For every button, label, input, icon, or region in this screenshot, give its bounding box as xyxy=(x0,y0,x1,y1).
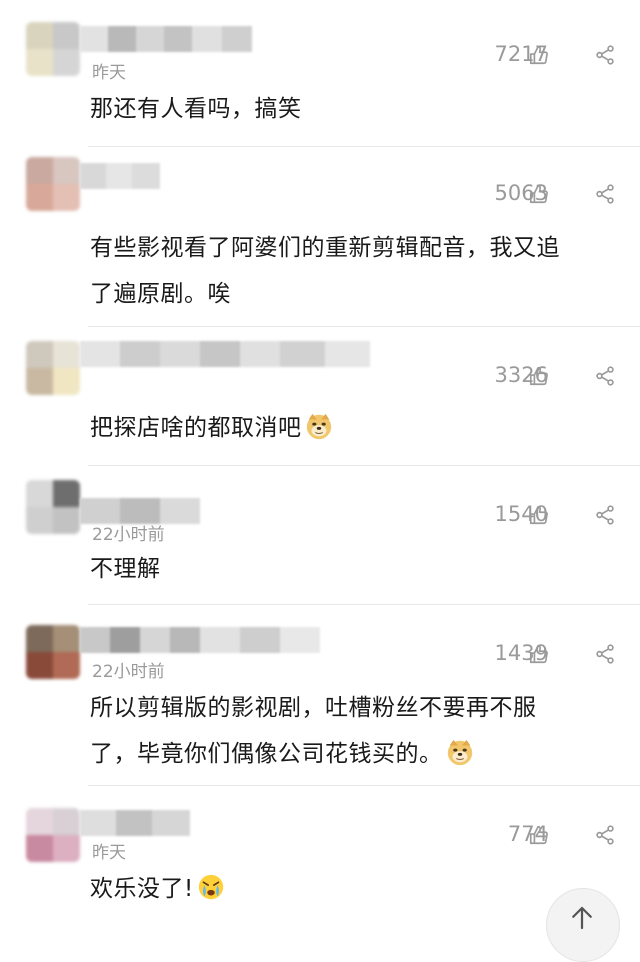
avatar[interactable] xyxy=(26,157,80,211)
comment-text: 欢乐没了! xyxy=(90,866,610,912)
comment-item: 3326 把探店啥的都取消吧 xyxy=(0,327,640,465)
comment-line: 了，毕竟你们偶像公司花钱买的。 xyxy=(90,731,610,777)
thumbs-up-icon[interactable] xyxy=(528,183,550,205)
comment-text: 不理解 xyxy=(90,546,610,592)
share-icon[interactable] xyxy=(594,365,616,387)
username-blurred[interactable] xyxy=(80,26,270,52)
comment-item: 5063 有些影视看了阿婆们的重新剪辑配音，我又追 了遍原剧。唉 xyxy=(0,147,640,327)
comment-text: 那还有人看吗，搞笑 xyxy=(90,86,610,132)
share-icon[interactable] xyxy=(594,44,616,66)
comment-time: 昨天 xyxy=(92,843,126,863)
crying-emoji-icon xyxy=(198,874,223,900)
comment-line-text: 了，毕竟你们偶像公司花钱买的。 xyxy=(90,741,443,767)
avatar[interactable] xyxy=(26,341,80,395)
comment-time: 昨天 xyxy=(92,63,126,83)
thumbs-up-icon[interactable] xyxy=(528,504,550,526)
comment-item: 22小时前 1540 不理解 xyxy=(0,466,640,604)
thumbs-up-icon[interactable] xyxy=(528,643,550,665)
username-blurred[interactable] xyxy=(80,163,160,189)
comment-text: 把探店啥的都取消吧 xyxy=(90,405,610,451)
comment-line-text: 欢乐没了! xyxy=(90,876,194,902)
arrow-up-icon xyxy=(572,906,592,930)
scroll-to-top-button[interactable] xyxy=(546,888,620,962)
comment-line-text: 把探店啥的都取消吧 xyxy=(90,415,302,441)
comment-line: 那还有人看吗，搞笑 xyxy=(90,96,302,122)
doge-emoji-icon xyxy=(306,413,331,440)
thumbs-up-icon[interactable] xyxy=(528,365,550,387)
doge-emoji-icon xyxy=(447,739,472,766)
comment-text: 有些影视看了阿婆们的重新剪辑配音，我又追 了遍原剧。唉 xyxy=(90,225,610,317)
avatar[interactable] xyxy=(26,625,80,679)
username-blurred[interactable] xyxy=(80,627,320,653)
share-icon[interactable] xyxy=(594,643,616,665)
comment-line: 不理解 xyxy=(90,556,161,582)
username-blurred[interactable] xyxy=(80,810,190,836)
comment-line: 把探店啥的都取消吧 xyxy=(90,405,610,451)
avatar[interactable] xyxy=(26,808,80,862)
thumbs-up-icon[interactable] xyxy=(528,824,550,846)
share-icon[interactable] xyxy=(594,824,616,846)
thumbs-up-icon[interactable] xyxy=(528,44,550,66)
comment-item: 22小时前 1439 所以剪辑版的影视剧，吐槽粉丝不要再不服 了，毕竟你们偶像公… xyxy=(0,605,640,785)
comment-time: 22小时前 xyxy=(92,662,165,682)
comment-text: 所以剪辑版的影视剧，吐槽粉丝不要再不服 了，毕竟你们偶像公司花钱买的。 xyxy=(90,685,610,777)
comment-line: 所以剪辑版的影视剧，吐槽粉丝不要再不服 xyxy=(90,695,537,721)
avatar[interactable] xyxy=(26,480,80,534)
comment-item: 昨天 774 欢乐没了! xyxy=(0,786,640,962)
comment-line: 了遍原剧。唉 xyxy=(90,281,231,307)
comment-time: 22小时前 xyxy=(92,525,165,545)
comment-line: 欢乐没了! xyxy=(90,866,610,912)
comment-line: 有些影视看了阿婆们的重新剪辑配音，我又追 xyxy=(90,235,560,261)
share-icon[interactable] xyxy=(594,183,616,205)
username-blurred[interactable] xyxy=(80,341,370,367)
comment-item: 昨天 7217 那还有人看吗，搞笑 xyxy=(0,0,640,146)
avatar[interactable] xyxy=(26,22,80,76)
share-icon[interactable] xyxy=(594,504,616,526)
